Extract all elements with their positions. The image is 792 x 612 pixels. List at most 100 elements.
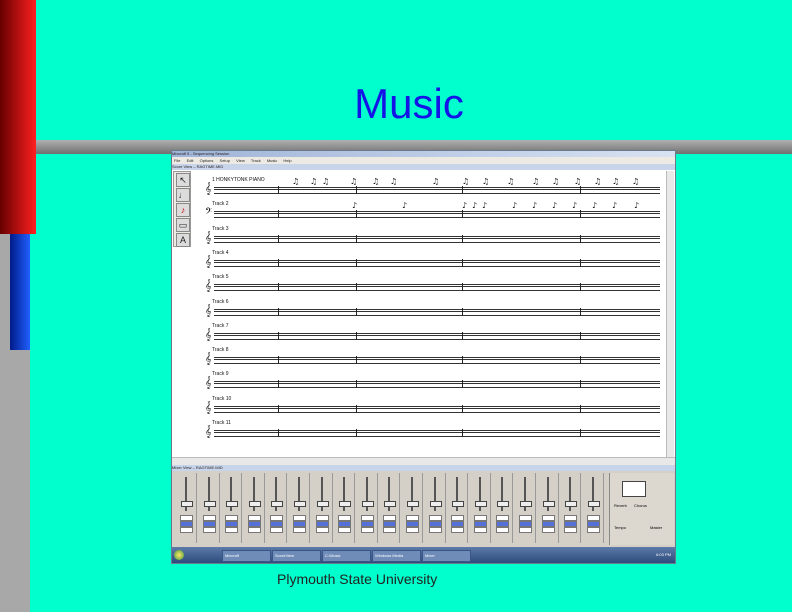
pan-knob[interactable] (586, 527, 600, 533)
pan-knob[interactable] (338, 527, 352, 533)
taskbar-item[interactable]: Mixcraft (222, 550, 271, 562)
music-note[interactable]: ♫ (552, 177, 559, 186)
fader-knob[interactable] (316, 501, 329, 507)
music-note[interactable]: ♪ (572, 201, 577, 210)
music-note[interactable]: ♫ (462, 177, 469, 186)
pan-knob[interactable] (473, 527, 487, 533)
pan-knob[interactable] (360, 527, 374, 533)
music-note[interactable]: ♪ (482, 201, 487, 210)
music-note[interactable]: ♪ (592, 201, 597, 210)
fader-knob[interactable] (361, 501, 374, 507)
menu-options[interactable]: Options (200, 158, 214, 163)
pan-knob[interactable] (406, 527, 419, 533)
pan-knob[interactable] (293, 527, 306, 533)
music-note[interactable]: ♪ (402, 201, 407, 210)
fader-knob[interactable] (452, 501, 465, 507)
staff[interactable] (214, 211, 660, 219)
pointer-icon[interactable]: ↖ (176, 173, 190, 187)
fader-knob[interactable] (181, 501, 193, 507)
music-note[interactable]: ♪ (634, 201, 639, 210)
staff[interactable] (214, 357, 660, 365)
fader-knob[interactable] (520, 501, 532, 507)
fader-knob[interactable] (294, 501, 306, 507)
pan-knob[interactable] (541, 527, 555, 533)
pan-knob[interactable] (383, 527, 397, 533)
fader-knob[interactable] (271, 501, 284, 507)
pan-knob[interactable] (564, 527, 578, 533)
pan-knob[interactable] (496, 527, 510, 533)
taskbar-item[interactable]: C:\Music (322, 550, 371, 562)
music-note[interactable]: ♫ (482, 177, 489, 186)
staff[interactable] (214, 405, 660, 413)
music-note[interactable]: ♫ (632, 177, 639, 186)
fader-knob[interactable] (429, 501, 442, 507)
staff[interactable] (214, 308, 660, 316)
fader-knob[interactable] (339, 501, 352, 507)
fader-knob[interactable] (565, 501, 578, 507)
menu-music[interactable]: Music (267, 158, 277, 163)
fader-knob[interactable] (474, 501, 487, 507)
music-note[interactable]: ♫ (612, 177, 619, 186)
vertical-scrollbar[interactable] (666, 171, 674, 457)
fader-knob[interactable] (497, 501, 510, 507)
music-note[interactable]: ♪ (552, 201, 557, 210)
music-note[interactable]: ♫ (350, 177, 357, 186)
pan-knob[interactable] (247, 527, 261, 533)
staff[interactable] (214, 430, 660, 437)
menu-setup[interactable]: Setup (220, 158, 230, 163)
taskbar-item[interactable]: Windows Media (372, 550, 421, 562)
staff[interactable] (214, 259, 660, 267)
menu-help[interactable]: Help (283, 158, 291, 163)
music-note[interactable]: ♫ (322, 177, 329, 186)
pan-knob[interactable] (225, 527, 239, 533)
pan-knob[interactable] (202, 527, 216, 533)
taskbar-item[interactable]: ScoreView (272, 550, 321, 562)
fader-knob[interactable] (542, 501, 555, 507)
text-icon[interactable]: A (176, 233, 190, 247)
music-note[interactable]: ♫ (574, 177, 581, 186)
pan-knob[interactable] (270, 527, 284, 533)
staff[interactable] (214, 332, 660, 340)
music-note[interactable]: ♫ (432, 177, 439, 186)
master-fader-icon[interactable] (622, 481, 646, 497)
mixer-channel-strip (221, 473, 243, 543)
music-note[interactable]: ♪ (512, 201, 517, 210)
music-note[interactable]: ♫ (507, 177, 514, 186)
rest-icon[interactable]: ♪ (176, 203, 190, 217)
fader-knob[interactable] (587, 501, 600, 507)
fader-knob[interactable] (203, 501, 216, 507)
pan-knob[interactable] (315, 527, 329, 533)
menu-track[interactable]: Track (251, 158, 261, 163)
music-note[interactable]: ♫ (390, 177, 397, 186)
fader-knob[interactable] (226, 501, 239, 507)
music-note[interactable]: ♪ (462, 201, 467, 210)
music-note[interactable]: ♪ (352, 201, 357, 210)
pan-knob[interactable] (428, 527, 442, 533)
start-button-icon[interactable] (174, 550, 184, 560)
menu-view[interactable]: View (236, 158, 245, 163)
pan-knob[interactable] (519, 527, 532, 533)
taskbar-item[interactable]: Mixer (422, 550, 471, 562)
music-note[interactable]: ♫ (292, 177, 299, 186)
eraser-icon[interactable]: ▭ (176, 218, 190, 232)
staff[interactable] (214, 235, 660, 243)
fader-knob[interactable] (248, 501, 261, 507)
menu-file[interactable]: File (174, 158, 180, 163)
music-note[interactable]: ♫ (310, 177, 317, 186)
music-note[interactable]: ♪ (472, 201, 477, 210)
music-note[interactable]: ♪ (612, 201, 617, 210)
pan-knob[interactable] (180, 527, 193, 533)
music-note[interactable]: ♫ (372, 177, 379, 186)
fader-knob[interactable] (384, 501, 397, 507)
music-note[interactable]: ♫ (532, 177, 539, 186)
menu-edit[interactable]: Edit (187, 158, 194, 163)
horizontal-scrollbar[interactable] (172, 457, 675, 465)
music-note[interactable]: ♪ (532, 201, 537, 210)
fader-knob[interactable] (407, 501, 419, 507)
staff[interactable] (214, 381, 660, 389)
pan-knob[interactable] (451, 527, 465, 533)
staff[interactable] (214, 187, 660, 194)
note-icon[interactable]: ♩ (176, 188, 190, 202)
staff[interactable] (214, 284, 660, 292)
music-note[interactable]: ♫ (594, 177, 601, 186)
